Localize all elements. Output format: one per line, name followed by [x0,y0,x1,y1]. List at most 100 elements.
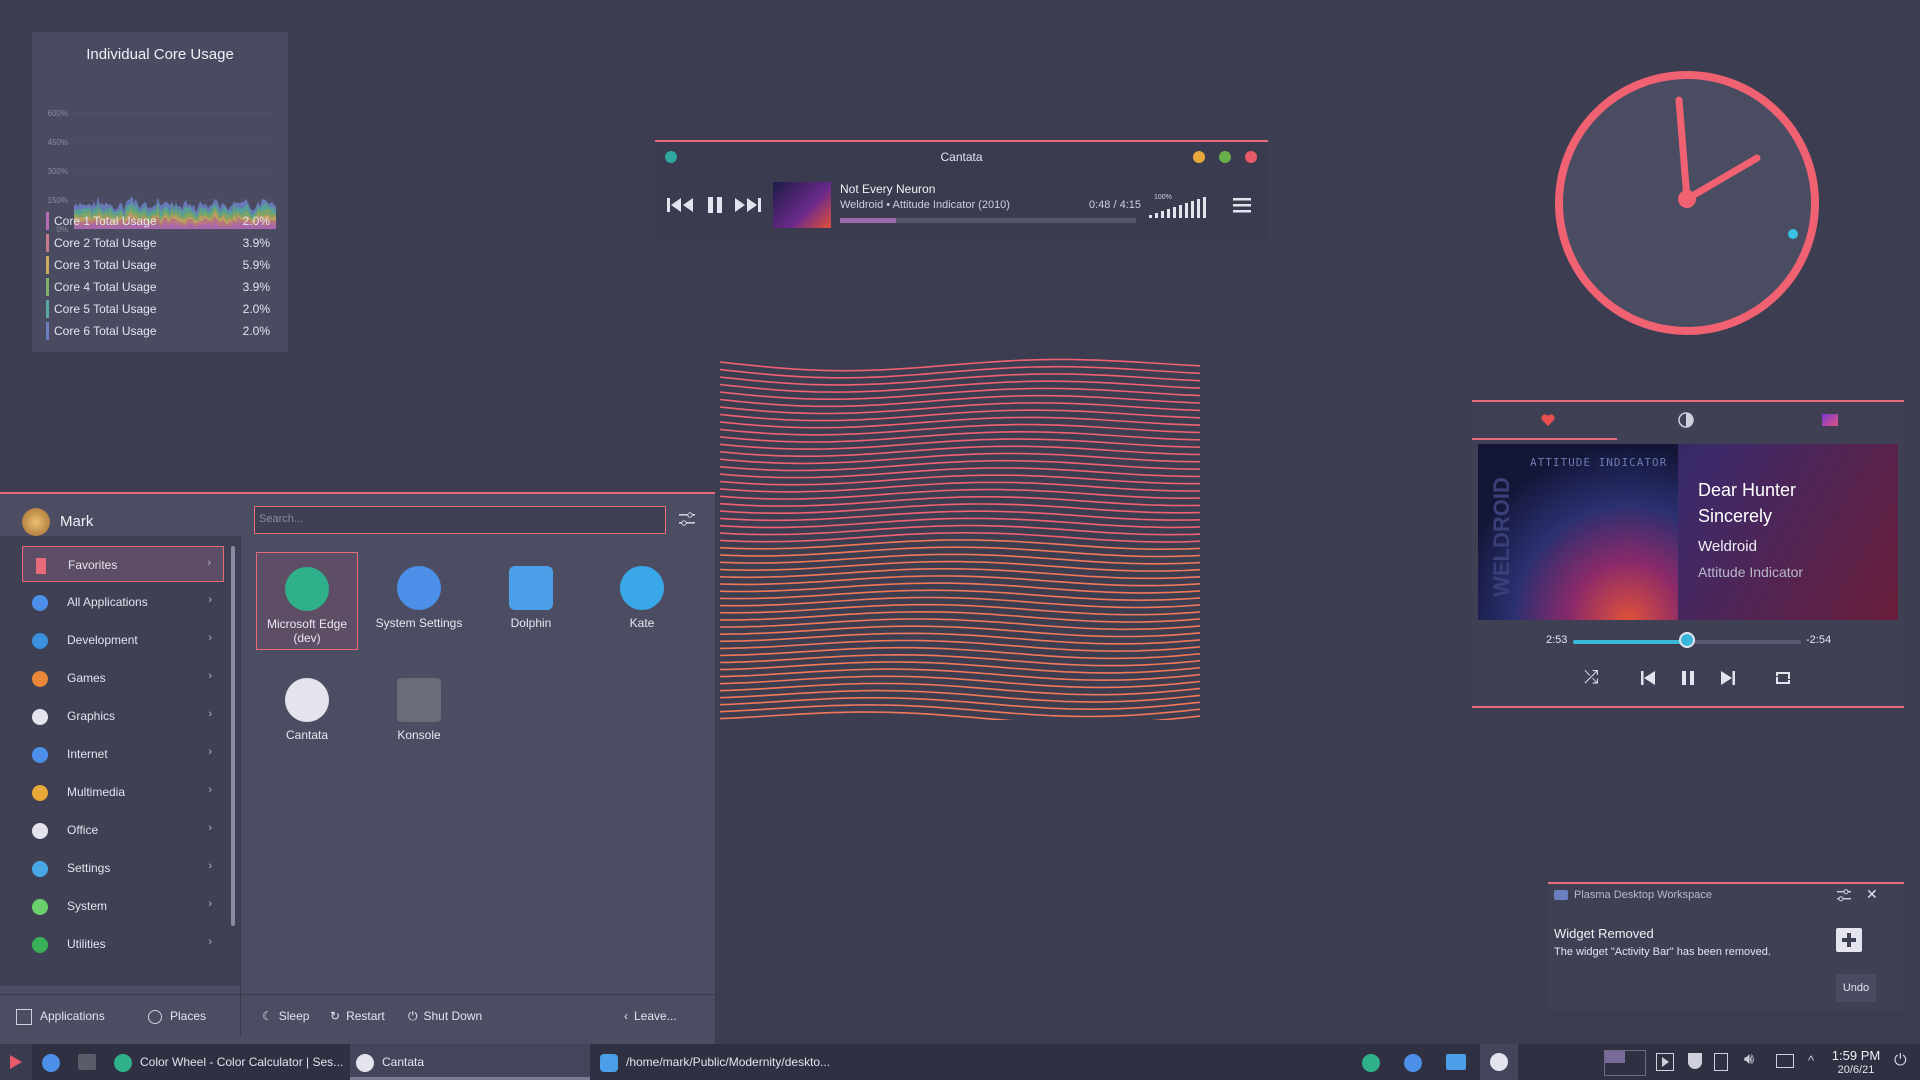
pinned-cantata[interactable] [1480,1044,1518,1080]
repeat-icon[interactable] [1774,670,1792,686]
pause-icon[interactable] [706,196,724,214]
next-track-icon[interactable] [735,196,763,214]
scrollbar[interactable] [231,546,235,926]
category-item[interactable]: System › [22,888,224,924]
menu-icon[interactable] [1233,197,1251,213]
category-icon [32,709,48,725]
next-icon[interactable] [1720,670,1736,686]
category-item[interactable]: Graphics › [22,698,224,734]
tray-expand-icon[interactable]: ^ [1808,1053,1814,1068]
task-cantata[interactable]: Cantata [350,1044,590,1080]
chevron-right-icon: › [208,708,212,720]
app-icon [397,566,441,610]
power-icon[interactable]: ⏻ [1894,1052,1907,1070]
previous-track-icon[interactable] [667,196,695,214]
track-progress[interactable] [840,218,1136,223]
seek-slider[interactable] [1573,632,1801,648]
app-icon [285,678,329,722]
system-settings-icon[interactable] [42,1054,60,1072]
category-icon [32,899,48,915]
pinned-settings-icon[interactable] [1404,1054,1422,1072]
core-color-swatch [46,234,49,252]
task-dolphin[interactable]: /home/mark/Public/Modernity/deskto... [594,1044,834,1080]
core-usage-widget: Individual Core Usage 600% 450% 300% 150% 0%… [32,32,288,352]
sleep-button[interactable]: ☾ Sleep [262,998,309,1034]
clipboard-icon[interactable] [1714,1053,1728,1071]
launcher-button[interactable] [0,1044,32,1080]
undo-button[interactable]: Undo [1836,974,1876,1002]
widget-title: Individual Core Usage [86,46,234,63]
window-title: Cantata [940,150,983,164]
pause-icon[interactable] [1680,670,1696,686]
category-item[interactable]: All Applications › [22,584,224,620]
core-row: Core 4 Total Usage 3.9% [46,276,278,298]
applications-grid-icon [16,1008,32,1025]
security-icon[interactable] [1688,1053,1702,1069]
maximize-button[interactable] [1219,151,1231,163]
category-label: Games [67,671,106,685]
core-label: Core 4 Total Usage [54,280,157,294]
wave-line [720,675,1200,689]
wave-line [720,387,1200,400]
clock-time[interactable]: 1:59 PM [1826,1048,1886,1063]
launcher-icon [10,1055,22,1069]
task-browser[interactable]: Color Wheel - Color Calculator | Ses... [108,1044,348,1080]
volume-icon[interactable]: 🔊︎ [1744,1051,1754,1069]
cantata-icon[interactable] [1678,412,1694,428]
category-item[interactable]: Multimedia › [22,774,224,810]
image-icon[interactable] [1822,414,1838,426]
configure-icon[interactable] [678,510,696,528]
remaining-time: -2:54 [1806,634,1832,646]
core-value: 2.0% [242,214,270,228]
track-progress-fill [840,218,897,223]
restart-button[interactable]: ↻ Restart [330,998,385,1034]
pinned-dolphin-icon[interactable] [1446,1054,1466,1070]
configure-icon[interactable] [1836,888,1852,902]
app-tile[interactable]: Cantata [256,664,358,762]
category-item[interactable]: Favorites › [22,546,224,582]
pinned-edge-icon[interactable] [1362,1054,1380,1072]
volume-bars[interactable] [1147,194,1223,220]
elapsed-time: 2:53 [1546,634,1568,646]
folder-icon [600,1053,618,1072]
shuffle-icon[interactable]: ⤮ [1584,667,1598,688]
category-label: Development [67,633,138,647]
shutdown-button[interactable]: ⏻ Shut Down [408,998,482,1034]
core-row: Core 6 Total Usage 2.0% [46,320,278,342]
pager[interactable] [1604,1050,1646,1076]
network-icon[interactable] [1776,1054,1794,1068]
category-item[interactable]: Office › [22,812,224,848]
chevron-right-icon: › [208,594,212,606]
search-input[interactable]: Search... [254,506,666,534]
heart-icon[interactable] [1540,412,1556,428]
media-tray-icon[interactable] [1656,1053,1674,1071]
app-tile[interactable]: System Settings [368,552,470,650]
user-name: Mark [60,513,94,530]
category-item[interactable]: Utilities › [22,926,224,962]
places-tab[interactable]: Places [148,998,206,1034]
album-name: Attitude Indicator [1698,564,1804,580]
previous-icon[interactable] [1640,670,1656,686]
konsole-icon[interactable] [78,1054,96,1070]
close-button[interactable] [1245,151,1257,163]
app-tile[interactable]: Dolphin [480,552,582,650]
search-placeholder: Search... [259,513,304,525]
category-item[interactable]: Settings › [22,850,224,886]
category-icon [32,671,48,687]
app-tile[interactable]: Konsole [368,664,470,762]
core-value: 2.0% [242,302,270,316]
category-item[interactable]: Development › [22,622,224,658]
app-tile[interactable]: Microsoft Edge (dev) [256,552,358,650]
clock-date[interactable]: 20/6/21 [1826,1064,1886,1076]
category-item[interactable]: Games › [22,660,224,696]
app-tile[interactable]: Kate [591,552,693,650]
avatar[interactable] [22,508,50,536]
minimize-button[interactable] [1193,151,1205,163]
category-item[interactable]: Internet › [22,736,224,772]
leave-button[interactable]: ‹ Leave... [624,998,677,1034]
close-icon[interactable]: ✕ [1866,886,1878,903]
applications-tab[interactable]: Applications [16,998,105,1034]
seek-handle[interactable] [1679,632,1695,648]
core-label: Core 1 Total Usage [54,214,157,228]
category-icon [32,823,48,839]
